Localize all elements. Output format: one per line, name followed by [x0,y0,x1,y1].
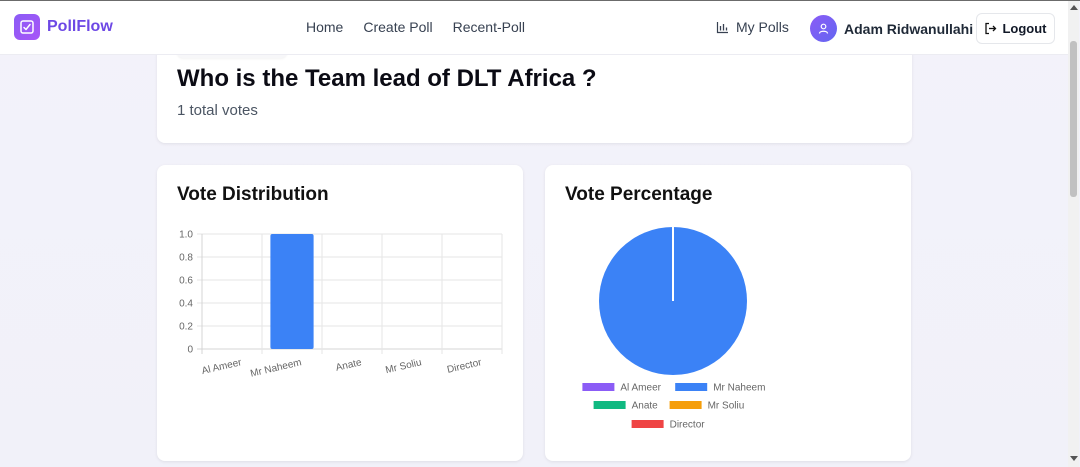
brand-name: PollFlow [47,18,113,35]
x-tick-label: Mr Soliu [384,357,422,376]
x-tick-label: Al Ameer [201,357,244,377]
user-menu[interactable]: Adam Ridwanullahi [810,15,973,42]
legend-label: Mr Soliu [708,401,745,412]
my-polls-link[interactable]: My Polls [716,19,789,35]
y-tick-label: 0 [187,345,193,356]
legend-swatch [675,383,708,391]
legend-swatch [582,383,615,391]
y-tick-label: 1.0 [179,230,193,241]
brand[interactable]: PollFlow [14,14,113,40]
x-tick-label: Director [446,357,483,376]
legend-label: Mr Naheem [713,383,765,394]
logout-label: Logout [1002,21,1047,36]
logout-button[interactable]: Logout [976,13,1055,44]
scroll-up-icon[interactable] [1070,5,1078,10]
poll-question: Who is the Team lead of DLT Africa ? [177,65,597,92]
top-navbar: PollFlow Home Create Poll Recent-Poll My… [0,1,1068,55]
bar-chart: 0 0.2 0.4 0.6 0.8 1.0 Al Ameer Mr Naheem Anate Mr… [179,230,503,380]
poll-logo-icon [14,14,40,40]
legend-label: Director [670,420,706,431]
logout-icon [985,22,997,35]
nav-links: Home Create Poll Recent-Poll [306,19,545,35]
total-votes: 1 total votes [177,102,258,119]
legend-swatch [669,401,702,409]
nav-link-create-poll[interactable]: Create Poll [363,19,432,35]
y-tick-label: 0.2 [179,322,193,333]
nav-link-home[interactable]: Home [306,19,343,35]
x-tick-label: Anate [335,357,363,374]
y-tick-label: 0.8 [179,253,193,264]
legend-swatch [593,401,626,409]
y-tick-label: 0.4 [179,299,193,310]
scroll-down-icon[interactable] [1070,456,1078,461]
legend-label: Anate [632,401,659,412]
user-name: Adam Ridwanullahi [844,20,974,37]
vote-distribution-card: Vote Distribution 0 0.2 0.4 0.6 0.8 1.0 Al Ame… [157,165,523,461]
legend-label: Al Ameer [620,383,661,394]
vote-percentage-card: Vote Percentage Al Ameer Mr Naheem Anate Mr… [545,165,911,461]
bar-mr-naheem [270,234,314,349]
page-scrollbar[interactable] [1068,1,1079,467]
window-border-top [0,0,1080,1]
scroll-thumb[interactable] [1070,41,1077,197]
x-tick-label: Mr Naheem [249,357,302,379]
my-polls-label: My Polls [736,19,789,35]
y-tick-label: 0.6 [179,276,193,287]
user-icon [810,15,837,42]
bar-chart-icon [716,21,728,33]
legend-swatch [631,420,664,428]
pie-chart: Al Ameer Mr Naheem Anate Mr SoliuDirector [582,227,765,431]
nav-link-recent-poll[interactable]: Recent-Poll [453,19,525,35]
